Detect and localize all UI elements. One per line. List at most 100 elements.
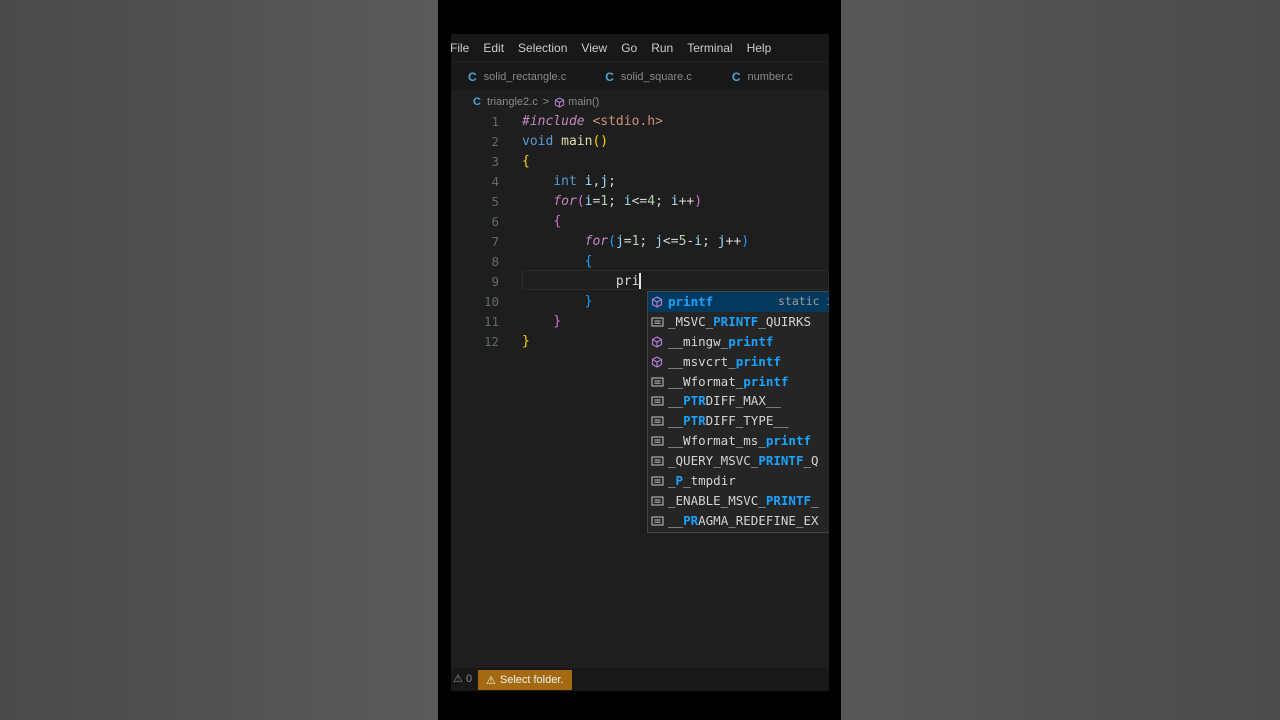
menubar: File Edit Selection View Go Run Terminal…: [451, 34, 829, 61]
suggestion-label: __PTRDIFF_TYPE__: [668, 411, 788, 431]
code-line: 9 pri: [451, 272, 829, 292]
tab-label: solid_square.c: [620, 70, 692, 83]
tab-solid-rectangle[interactable]: C solid_rectangle.c: [468, 70, 566, 84]
constant-icon: [651, 456, 664, 466]
code-line: 7 for(j=1; j<=5-i; j++): [451, 232, 829, 252]
code-line: 3 {: [451, 152, 829, 172]
suggestion-prefix: _: [668, 473, 676, 489]
suggestion-item[interactable]: _P_tmpdir: [648, 471, 829, 491]
suggestion-item[interactable]: __PTRDIFF_TYPE__: [648, 411, 829, 431]
line-number: 2: [491, 134, 499, 149]
code-text: }: [522, 334, 530, 349]
code-text: for(j=1; j<=5-i; j++): [584, 234, 750, 249]
suggestion-match: PTR: [683, 393, 706, 409]
warning-icon: ⚠: [453, 673, 463, 685]
suggestion-prefix: _MSVC_: [668, 313, 714, 329]
suggestion-label: printf: [668, 292, 713, 312]
tab-label: number.c: [747, 70, 793, 83]
typed-text: pri: [615, 274, 640, 289]
select-folder-button[interactable]: ⚠ Select folder.: [478, 670, 573, 690]
suggestion-match: printf: [765, 433, 811, 449]
menu-view[interactable]: View: [574, 41, 614, 55]
vscode-window: File Edit Selection View Go Run Terminal…: [451, 34, 829, 691]
symbol-method-icon: [555, 96, 565, 108]
suggestion-label: _P_tmpdir: [668, 471, 736, 491]
code-text: for(i=1; i<=4; i++): [553, 194, 703, 209]
suggestion-item[interactable]: __Wformat_ms_printf: [648, 431, 829, 451]
code-text: {: [553, 214, 562, 229]
line-number: 12: [483, 334, 499, 349]
code-text: int i,j;: [553, 174, 616, 189]
line-number: 6: [491, 214, 499, 229]
constant-icon: [651, 396, 664, 406]
suggestion-suffix: _QUIRKS: [758, 313, 811, 329]
breadcrumb-separator: >: [542, 96, 550, 108]
code-text: pri: [522, 272, 642, 292]
constant-icon: [651, 317, 664, 327]
suggestion-item[interactable]: _MSVC_PRINTF_QUIRKS: [648, 312, 829, 332]
suggestion-item[interactable]: _ENABLE_MSVC_PRINTF_: [648, 491, 829, 511]
suggestion-label: __PTRDIFF_MAX__: [668, 391, 781, 411]
suggestion-item[interactable]: __msvcrt_printf: [648, 352, 829, 372]
code-line: 6 {: [451, 212, 829, 232]
constant-icon: [651, 476, 664, 486]
breadcrumb-symbol[interactable]: main(): [568, 96, 599, 108]
line-number: 4: [491, 174, 499, 189]
line-number: 11: [483, 314, 499, 329]
line-number: 5: [491, 194, 499, 209]
suggestion-item[interactable]: __Wformat_printf: [648, 372, 829, 392]
code-text: {: [584, 254, 593, 269]
suggestion-prefix: __msvcrt_: [668, 353, 736, 369]
c-file-icon: C: [731, 69, 741, 84]
suggestion-detail: static i: [778, 294, 829, 308]
suggestion-label: _QUERY_MSVC_PRINTF_Q: [668, 451, 819, 471]
suggestion-item[interactable]: __PTRDIFF_MAX__: [648, 391, 829, 411]
code-text: {: [522, 154, 530, 169]
suggestion-prefix: __: [668, 393, 684, 409]
suggestion-item[interactable]: printf static i: [648, 292, 829, 312]
status-bar: ⚠ 0 ⚠ Select folder.: [451, 668, 829, 691]
menu-go[interactable]: Go: [614, 41, 644, 55]
menu-edit[interactable]: Edit: [476, 41, 511, 55]
suggestion-item[interactable]: __PRAGMA_REDEFINE_EX: [648, 511, 829, 531]
suggestion-label: __Wformat_printf: [668, 372, 788, 392]
suggestion-match: P: [675, 473, 684, 489]
breadcrumb-file[interactable]: triangle2.c: [487, 96, 538, 108]
constant-icon: [651, 496, 664, 506]
suggestion-label: __PRAGMA_REDEFINE_EX: [668, 511, 819, 531]
suggestion-match: printf: [668, 294, 714, 309]
code-text: }: [553, 314, 562, 329]
suggestion-prefix: __Wformat_ms_: [668, 433, 766, 449]
breadcrumb: C triangle2.c > main(): [473, 95, 599, 109]
suggestion-match: PRINTF: [758, 453, 804, 469]
suggestion-item[interactable]: __mingw_printf: [648, 332, 829, 352]
method-cube-icon: [651, 296, 663, 308]
problems-count: 0: [465, 673, 473, 685]
editor-tabs: C solid_rectangle.c C solid_square.c C n…: [451, 63, 829, 90]
suggestion-item[interactable]: _QUERY_MSVC_PRINTF_Q: [648, 451, 829, 471]
suggestion-prefix: __: [668, 413, 684, 429]
method-cube-icon: [651, 336, 663, 348]
suggestion-widget: printf static i _MSVC_PRINTF_QUIRKS __mingw…: [647, 291, 829, 533]
problems-indicator[interactable]: ⚠ 0: [453, 672, 472, 685]
line-number: 10: [483, 294, 499, 309]
suggestion-prefix: _QUERY_MSVC_: [668, 453, 759, 469]
constant-icon: [651, 436, 664, 446]
tab-solid-square[interactable]: C solid_square.c: [605, 70, 692, 84]
menu-help[interactable]: Help: [740, 41, 779, 55]
select-folder-label: Select folder.: [499, 674, 564, 686]
menu-run[interactable]: Run: [644, 41, 680, 55]
menu-selection[interactable]: Selection: [511, 41, 574, 55]
text-cursor: [639, 272, 642, 289]
suggestion-prefix: __: [668, 512, 684, 528]
suggestion-suffix: _: [811, 492, 819, 508]
tab-number[interactable]: C number.c: [732, 70, 793, 84]
code-line: 4 int i,j;: [451, 172, 829, 192]
c-file-icon: C: [468, 69, 477, 84]
suggestion-label: _MSVC_PRINTF_QUIRKS: [668, 312, 811, 332]
menu-terminal[interactable]: Terminal: [680, 41, 739, 55]
line-number: 9: [491, 274, 499, 289]
code-line: 1 #include <stdio.h>: [451, 112, 829, 132]
suggestion-label: __Wformat_ms_printf: [668, 431, 811, 451]
menu-file[interactable]: File: [451, 41, 476, 55]
